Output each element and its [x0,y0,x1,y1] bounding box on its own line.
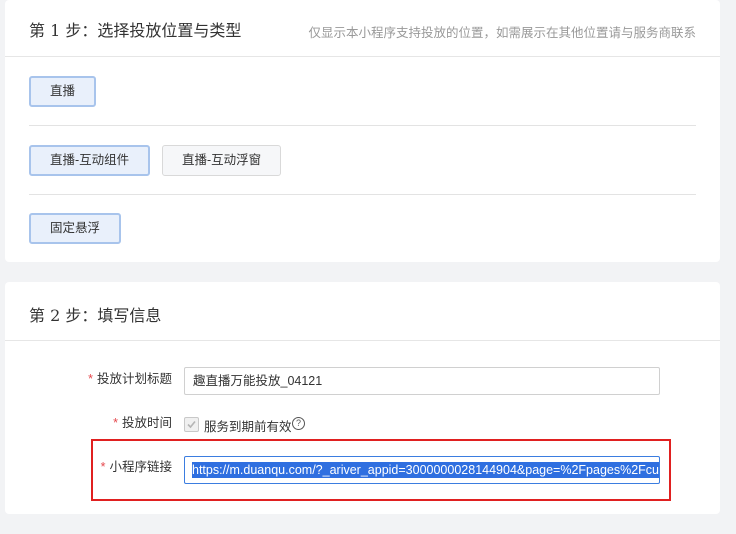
plan-time-label-text: 投放时间 [121,416,172,430]
step1-header: 第 1 步：选择投放位置与类型 仅显示本小程序支持投放的位置，如需展示在其他位置… [5,0,720,57]
divider [29,194,696,195]
required-mark: * [88,372,93,386]
plan-title-label: * 投放计划标题 [0,368,172,387]
mini-link-label: * 小程序链接 [0,456,172,475]
step2-card: 第 2 步：填写信息 * 投放计划标题 趣直播万能投放_04121 * 投放时间 服… [5,282,720,514]
mini-link-value: https://m.duanqu.com/?_ariver_appid=3000… [192,462,659,478]
check-icon [187,420,196,429]
plan-title-input[interactable]: 趣直播万能投放_04121 [184,367,660,395]
valid-until-expiry-label: 服务到期前有效 [204,420,292,434]
step2-header: 第 2 步：填写信息 [5,282,720,341]
required-mark: * [100,460,106,474]
option-live-interactive-float-button[interactable]: 直播-互动浮窗 [162,145,282,176]
help-icon[interactable]: ? [292,417,305,430]
plan-time-label: * 投放时间 [0,412,172,431]
required-mark: * [113,416,118,430]
mini-link-label-text: 小程序链接 [109,460,172,474]
divider [29,125,696,126]
mini-link-input[interactable]: https://m.duanqu.com/?_ariver_appid=3000… [184,456,660,484]
option-fixed-float-button[interactable]: 固定悬浮 [29,213,122,244]
step1-title: 第 1 步：选择投放位置与类型 [29,21,242,40]
step2-title: 第 2 步：填写信息 [29,306,162,325]
valid-until-expiry-checkbox[interactable] [184,417,199,432]
step1-hint: 仅显示本小程序支持投放的位置，如需展示在其他位置请与服务商联系 [308,26,696,40]
plan-title-label-text: 投放计划标题 [96,372,172,386]
option-live-button[interactable]: 直播 [29,76,97,107]
step1-card: 第 1 步：选择投放位置与类型 仅显示本小程序支持投放的位置，如需展示在其他位置… [5,0,720,262]
option-live-interactive-component-button[interactable]: 直播-互动组件 [29,145,151,176]
